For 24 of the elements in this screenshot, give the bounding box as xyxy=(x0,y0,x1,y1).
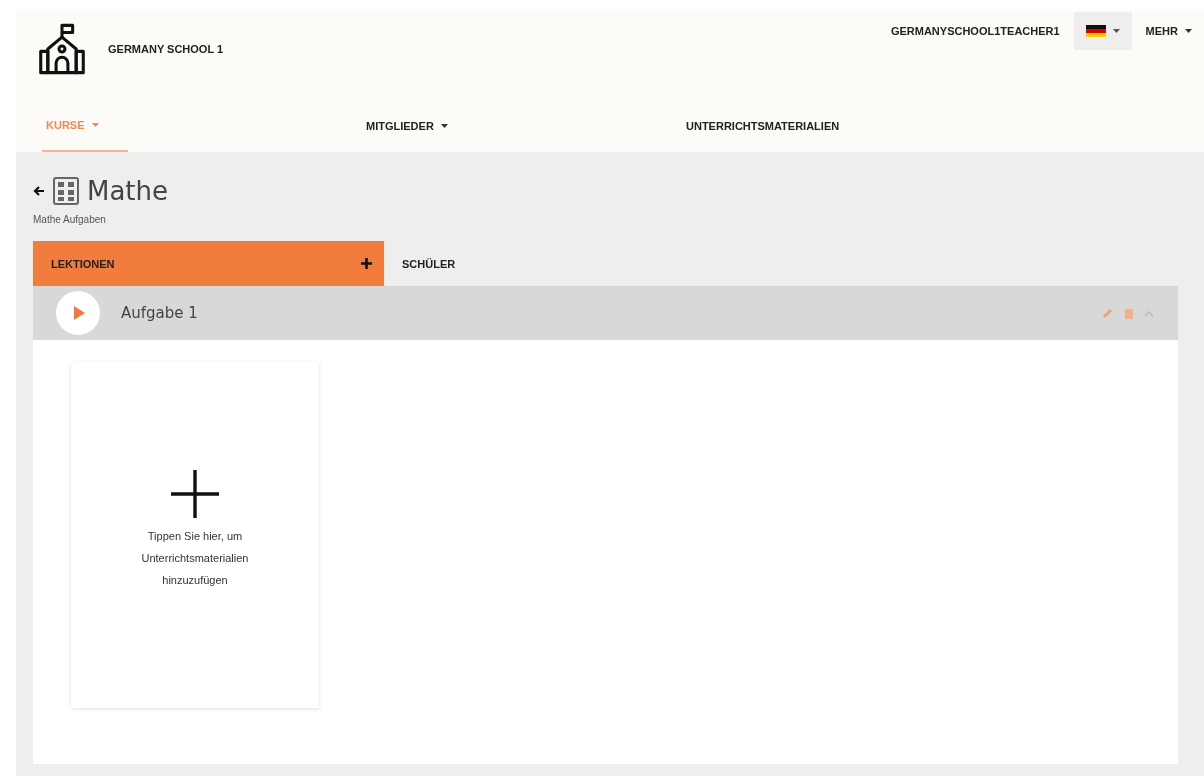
lesson-title: Aufgabe 1 xyxy=(121,304,198,322)
plus-icon xyxy=(170,469,220,519)
course-title: Mathe xyxy=(87,176,169,206)
play-icon[interactable] xyxy=(55,290,101,336)
tab[interactable]: LEKTIONEN xyxy=(33,241,384,286)
user-name[interactable]: GERMANYSCHOOL1TEACHER1 xyxy=(890,25,1060,37)
back-arrow-icon[interactable] xyxy=(33,185,45,197)
tab[interactable]: SCHÜLER xyxy=(384,241,468,286)
more-menu[interactable]: MEHR xyxy=(1145,25,1204,37)
school-icon xyxy=(38,23,86,75)
pencil-icon[interactable] xyxy=(1102,307,1114,319)
language-button[interactable] xyxy=(1073,12,1132,50)
plus-icon[interactable] xyxy=(361,258,372,269)
calculator-icon xyxy=(53,177,79,205)
nav-tab[interactable]: MITGLIEDER xyxy=(362,100,682,152)
add-material-text: Tippen Sie hier, um Unterrichtsmaterialien hinzuzufügen xyxy=(140,529,250,588)
course-subtitle: Mathe Aufgaben xyxy=(33,214,107,225)
nav-tab[interactable]: UNTERRICHTSMATERIALIEN xyxy=(682,100,1002,152)
lesson-row[interactable]: Aufgabe 1 xyxy=(33,286,1178,340)
school-name[interactable]: GERMANY SCHOOL 1 xyxy=(108,43,224,55)
caret-icon xyxy=(1185,29,1192,33)
caret-icon xyxy=(1112,29,1120,33)
flag-icon xyxy=(1085,25,1106,37)
add-material-card[interactable]: Tippen Sie hier, um Unterrichtsmaterialien hinzuzufügen xyxy=(71,362,319,708)
